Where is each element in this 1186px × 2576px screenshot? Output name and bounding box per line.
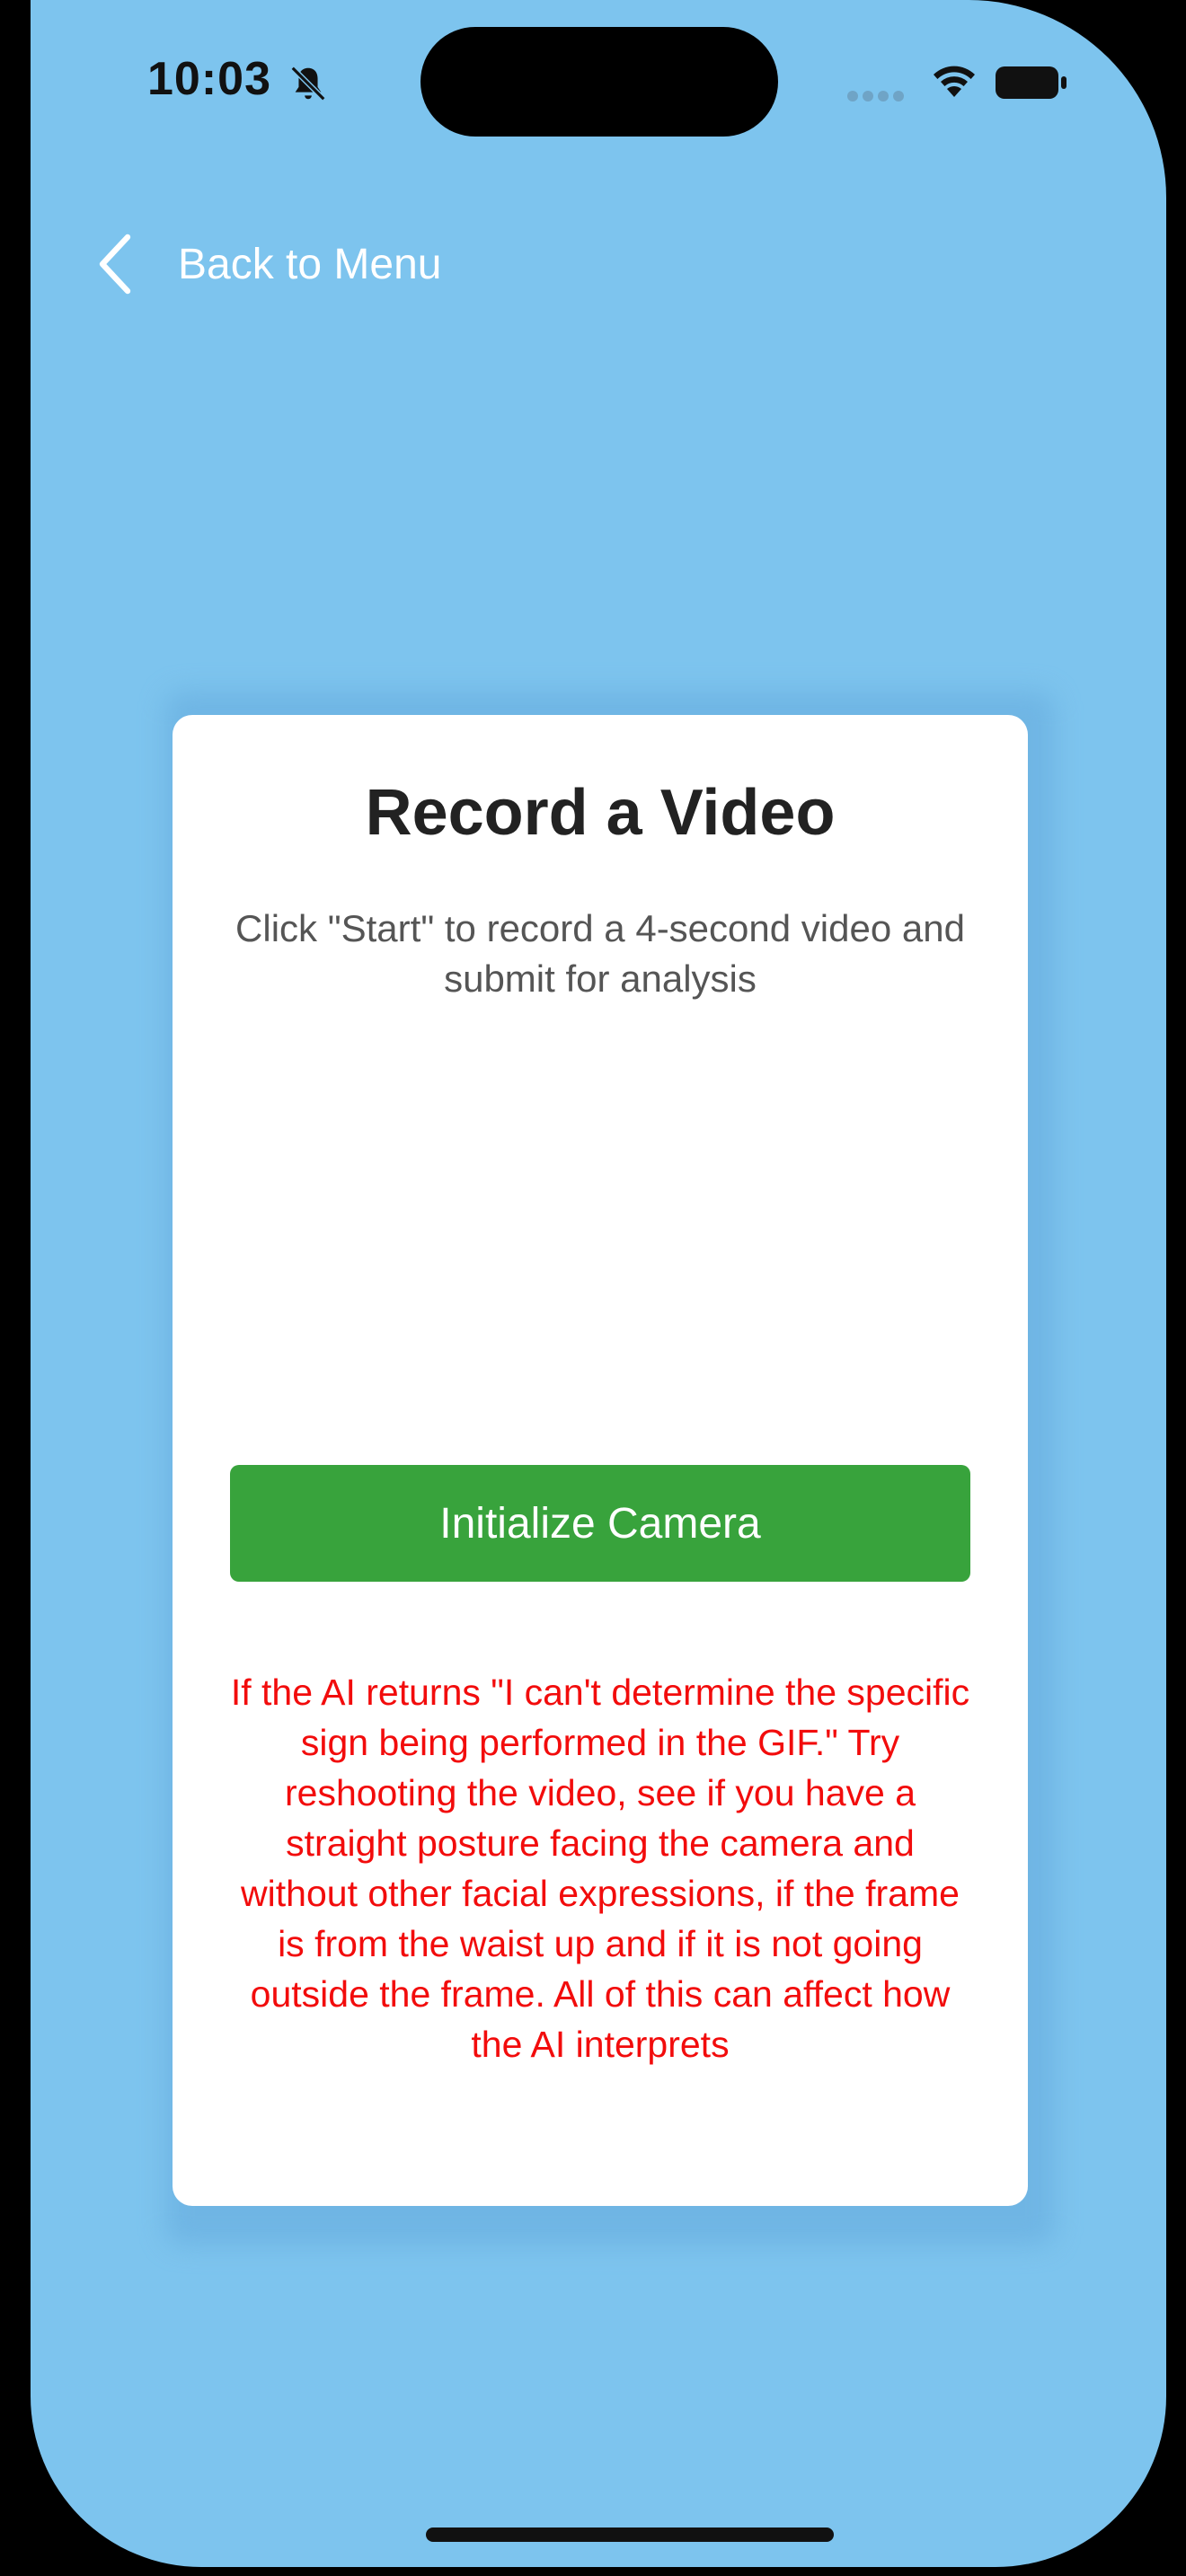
signal-icon: [847, 91, 904, 101]
battery-icon: [996, 66, 1067, 99]
back-to-menu-label: Back to Menu: [178, 240, 442, 288]
back-to-menu-button[interactable]: Back to Menu: [97, 228, 441, 300]
initialize-camera-button[interactable]: Initialize Camera: [230, 1465, 970, 1582]
bell-slash-icon: [290, 66, 326, 101]
instructions-text: Click "Start" to record a 4-second video…: [235, 907, 965, 1000]
record-video-card: Record a Video Click "Start" to record a…: [173, 715, 1028, 2206]
phone-bezel-left: [0, 0, 31, 2576]
app-screen: 10:03 Back to Menu Record a Video Click …: [31, 0, 1166, 2567]
status-time: 10:03: [147, 53, 271, 105]
phone-device: 10:03 Back to Menu Record a Video Click …: [0, 0, 1186, 2576]
chevron-left-icon: [99, 234, 131, 295]
ai-warning-text: If the AI returns "I can't determine the…: [230, 1672, 970, 2065]
page-title: Record a Video: [365, 777, 836, 849]
status-bar: 10:03: [31, 0, 1166, 171]
home-indicator[interactable]: [426, 2527, 834, 2542]
wifi-icon: [934, 66, 975, 97]
video-preview-area: [230, 1038, 970, 1425]
dynamic-island: [420, 27, 778, 137]
